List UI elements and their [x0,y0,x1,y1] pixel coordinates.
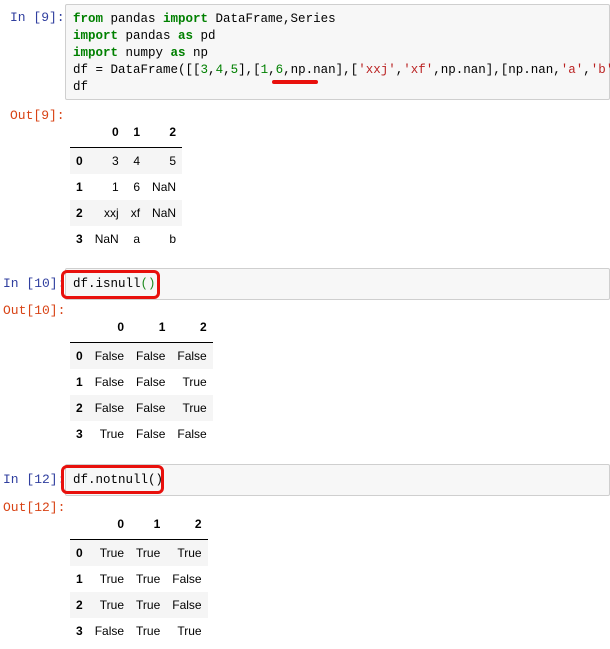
in-prompt: In [9]: [10,10,65,25]
code-line: import numpy as np [73,46,209,60]
table-cell: True [136,598,161,612]
table-cell: xf [130,206,141,220]
table-cell: True [136,572,161,586]
table-cell: False [94,401,125,415]
table-cell: 3 [112,154,119,168]
table-header-row: 012 [70,312,213,343]
dataframe-output: 012 0 3 4 5 1 1 6 NaN 2 xxj xf NaN 3 NaN a b [70,117,183,252]
table-cell: a [133,232,141,246]
table-cell: False [94,624,125,638]
index-header [70,312,89,343]
row-index: 0 [76,154,83,168]
table-row: 1 1 6 NaN [70,174,182,200]
code-line: import pandas as pd [73,29,216,43]
table-header-row: 012 [70,117,183,148]
row-index: 0 [76,546,83,560]
code-cell-editor[interactable]: from pandas import DataFrame,Series impo… [65,4,610,100]
table-row: 0 34 5 [70,147,183,174]
out-prompt: Out[9]: [10,108,65,123]
row-index: 3 [76,624,83,638]
table-cell: False [94,375,125,389]
table-row: 2 xxj xf NaN [70,200,183,226]
table-row: 2 True True False [70,592,208,618]
red-box-annotation [61,270,160,299]
table-cell: False [172,572,202,586]
out-prompt: Out[12]: [3,500,66,515]
table-cell: True [182,401,207,415]
table-cell: 4 [133,154,141,168]
column-header: 0 [88,117,125,148]
table-cell: False [94,349,125,363]
table-cell: True [99,546,125,560]
out-prompt: Out[10]: [3,303,66,318]
table-cell: True [182,375,207,389]
table-cell: b [169,232,177,246]
table-cell: False [136,401,166,415]
table-cell: 6 [133,180,141,194]
dataframe-output: 012 0 True True True 1 True True False 2 True True… [70,509,208,644]
index-header [70,509,89,540]
column-header: 1 [130,509,167,540]
table-cell: False [136,375,166,389]
table-cell: NaN [152,180,177,194]
table-cell: 5 [169,154,177,168]
table-row: 3 True False False [70,421,213,447]
column-header: 1 [124,117,147,148]
code-line: from pandas import DataFrame,Series [73,12,336,26]
dataframe-output: 012 0 False False False 1 False False True 2 Fals… [70,312,213,447]
table-row: 0 True True True [70,539,208,566]
row-index: 1 [76,180,83,194]
table-row: 1 False False True [70,369,213,395]
table-row: 1 True True False [70,566,208,592]
column-header: 0 [88,509,131,540]
row-index: 0 [76,349,83,363]
table-row: 2 False False True [70,395,213,421]
table-cell: True [99,427,125,441]
column-header: 2 [166,509,208,540]
column-header: 2 [171,312,213,343]
column-header: 2 [146,117,183,148]
row-index: 3 [76,427,83,441]
table-cell: False [136,349,166,363]
table-cell: False [177,349,207,363]
table-row: 3 NaN a b [70,226,182,252]
table-cell: True [177,624,202,638]
red-underline-annotation [272,80,318,84]
row-index: 1 [76,375,83,389]
table-row: 0 False False False [70,342,213,369]
table-cell: False [136,427,166,441]
table-cell: True [99,598,125,612]
code-line: df [73,80,89,94]
row-index: 2 [76,401,83,415]
table-cell: True [136,624,161,638]
column-header: 0 [88,312,131,343]
row-index: 3 [76,232,83,246]
table-header-row: 012 [70,509,208,540]
in-prompt: In [12]: [3,472,66,487]
table-cell: False [172,598,202,612]
table-cell: xxj [104,206,119,220]
index-header [70,117,89,148]
row-index: 1 [76,572,83,586]
row-index: 2 [76,206,83,220]
column-header: 1 [130,312,172,343]
table-cell: NaN [94,232,119,246]
code-line: df = DataFrame([[3,4,5],[1,6,np.nan],['x… [73,63,610,77]
table-cell: False [177,427,207,441]
table-cell: True [99,572,125,586]
table-cell: 1 [112,180,119,194]
table-row: 3 False True True [70,618,208,644]
table-cell: True [136,546,161,560]
row-index: 2 [76,598,83,612]
table-cell: True [177,546,202,560]
table-cell: NaN [152,206,177,220]
red-box-annotation [61,465,164,494]
in-prompt: In [10]: [3,276,66,291]
